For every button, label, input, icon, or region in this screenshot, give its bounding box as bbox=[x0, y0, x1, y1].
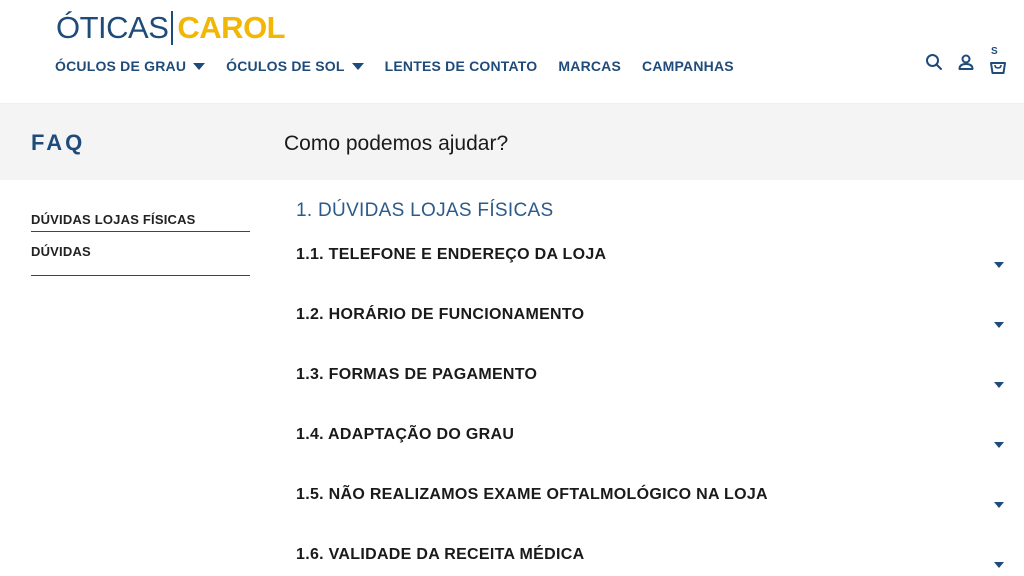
nav-label: CAMPANHAS bbox=[642, 58, 734, 74]
caret-down-icon bbox=[193, 62, 206, 70]
chevron-down-icon bbox=[994, 322, 1004, 328]
nav-marcas[interactable]: MARCAS bbox=[558, 58, 621, 74]
faq-question-row[interactable]: 1.3. FORMAS DE PAGAMENTO bbox=[296, 352, 1012, 412]
header-icons: S bbox=[914, 46, 1010, 74]
faq-question-row[interactable]: 1.2. HORÁRIO DE FUNCIONAMENTO bbox=[296, 292, 1012, 352]
bag-icon bbox=[990, 62, 1006, 74]
sidebar-item-duvidas-lojas-fisicas[interactable]: DÚVIDAS LOJAS FÍSICAS bbox=[31, 200, 250, 232]
faq-question-label: 1.3. FORMAS DE PAGAMENTO bbox=[296, 366, 538, 383]
nav-label: ÓCULOS DE SOL bbox=[226, 58, 345, 74]
chevron-down-icon bbox=[994, 262, 1004, 268]
nav-label: LENTES DE CONTATO bbox=[384, 58, 538, 74]
section-title: 1. DÚVIDAS LOJAS FÍSICAS bbox=[296, 200, 554, 221]
faq-question-row[interactable]: 1.4. ADAPTAÇÃO DO GRAU bbox=[296, 412, 1012, 472]
faq-question-label: 1.6. VALIDADE DA RECEITA MÉDICA bbox=[296, 546, 585, 563]
faq-question-row[interactable]: 1.1. TELEFONE E ENDEREÇO DA LOJA bbox=[296, 232, 1012, 292]
nav-lentes-de-contato[interactable]: LENTES DE CONTATO bbox=[385, 58, 538, 74]
faq-question-row[interactable]: 1.6. VALIDADE DA RECEITA MÉDICA bbox=[296, 532, 1012, 576]
faq-question-label: 1.5. NÃO REALIZAMOS EXAME OFTALMOLÓGICO … bbox=[296, 486, 768, 503]
nav-campanhas[interactable]: CAMPANHAS bbox=[642, 58, 734, 74]
nav-label: MARCAS bbox=[558, 58, 622, 74]
chevron-down-icon bbox=[994, 562, 1004, 568]
faq-question-row[interactable]: 1.5. NÃO REALIZAMOS EXAME OFTALMOLÓGICO … bbox=[296, 472, 1012, 532]
chevron-down-icon bbox=[994, 382, 1004, 388]
faq-question-label: 1.4. ADAPTAÇÃO DO GRAU bbox=[296, 426, 515, 443]
faq-question-label: 1.2. HORÁRIO DE FUNCIONAMENTO bbox=[296, 306, 585, 323]
cart-count: S bbox=[991, 46, 998, 57]
logo-text-carol: CAROL bbox=[177, 10, 286, 45]
faq-question-label: 1.1. TELEFONE E ENDEREÇO DA LOJA bbox=[296, 246, 607, 263]
chevron-down-icon bbox=[994, 442, 1004, 448]
logo-text-oticas: ÓTICAS bbox=[56, 10, 169, 45]
nav-oculos-de-sol[interactable]: ÓCULOS DE SOL bbox=[226, 58, 364, 74]
page-subtitle: Como podemos ajudar? bbox=[284, 132, 509, 155]
account-button[interactable] bbox=[954, 50, 978, 74]
faq-content: 1. DÚVIDAS LOJAS FÍSICAS 1.1. TELEFONE E… bbox=[296, 200, 1012, 576]
logo-divider bbox=[171, 11, 174, 45]
search-button[interactable] bbox=[922, 50, 946, 74]
sidebar-item-duvidas[interactable]: DÚVIDAS bbox=[31, 232, 250, 276]
search-icon bbox=[926, 54, 942, 70]
brand-logo[interactable]: ÓTICAS CAROL bbox=[56, 8, 286, 48]
nav-oculos-de-grau[interactable]: ÓCULOS DE GRAU bbox=[55, 58, 206, 74]
faq-sidebar: DÚVIDAS LOJAS FÍSICAS DÚVIDAS bbox=[31, 200, 250, 276]
page-title: FAQ bbox=[31, 130, 86, 155]
chevron-down-icon bbox=[994, 502, 1004, 508]
caret-down-icon bbox=[351, 62, 364, 70]
site-header: ÓTICAS CAROL ÓCULOS DE GRAU ÓCULOS DE SO… bbox=[0, 0, 1024, 104]
faq-banner: FAQ Como podemos ajudar? bbox=[0, 104, 1024, 180]
user-icon bbox=[958, 54, 974, 70]
cart-button[interactable]: S bbox=[986, 46, 1010, 74]
nav-label: ÓCULOS DE GRAU bbox=[55, 58, 187, 74]
main-nav: ÓCULOS DE GRAU ÓCULOS DE SOL LENTES DE C… bbox=[55, 56, 755, 76]
